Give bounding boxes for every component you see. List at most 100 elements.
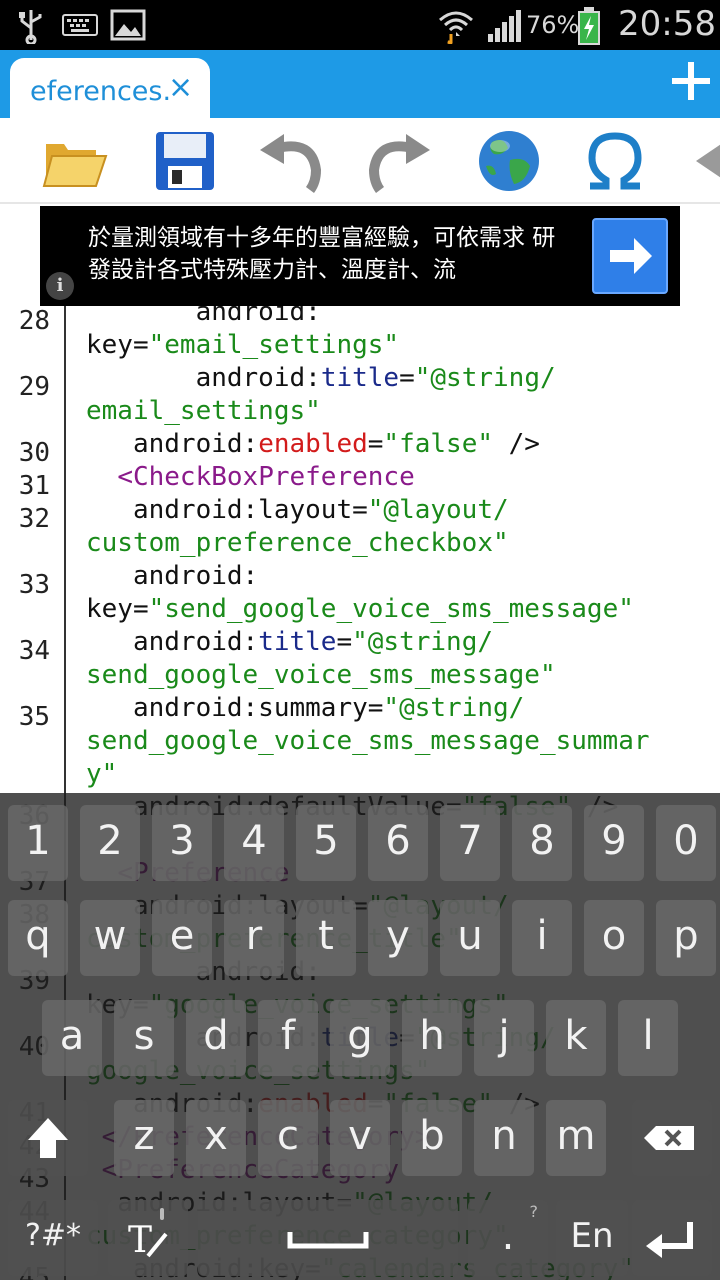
line-number: 29 — [18, 372, 50, 402]
key-label: b — [419, 1113, 445, 1159]
key-o[interactable]: o — [584, 900, 644, 976]
key-0[interactable]: 0 — [656, 805, 716, 881]
line-number: 32 — [18, 504, 50, 534]
battery-percent: 76% — [526, 11, 580, 39]
code-token: title — [320, 363, 400, 393]
space-key[interactable] — [198, 1200, 458, 1276]
language-key[interactable]: En — [556, 1200, 628, 1276]
code-line: key="send_google_voice_sms_message" — [86, 593, 634, 626]
key-s[interactable]: s — [114, 1000, 174, 1076]
close-tab-icon[interactable]: × — [168, 70, 193, 105]
key-label: n — [491, 1113, 517, 1159]
redo-icon[interactable] — [364, 126, 434, 196]
key-label: q — [25, 913, 51, 959]
key-label: v — [348, 1113, 372, 1159]
key-label: i — [536, 913, 548, 959]
key-m[interactable]: m — [546, 1100, 606, 1176]
key-k[interactable]: k — [546, 1000, 606, 1076]
shift-icon — [28, 1118, 68, 1158]
key-label: k — [564, 1013, 588, 1059]
text-input-key[interactable]: T — [108, 1200, 188, 1276]
key-label: c — [277, 1113, 299, 1159]
ad-info-icon[interactable]: i — [46, 272, 74, 300]
key-i[interactable]: i — [512, 900, 572, 976]
key-5[interactable]: 5 — [296, 805, 356, 881]
period-key[interactable]: .? — [468, 1200, 548, 1276]
key-z[interactable]: z — [114, 1100, 174, 1176]
key-label: t — [318, 913, 334, 959]
key-y[interactable]: y — [368, 900, 428, 976]
key-l[interactable]: l — [618, 1000, 678, 1076]
key-8[interactable]: 8 — [512, 805, 572, 881]
key-label: h — [419, 1013, 445, 1059]
code-token: /> — [493, 429, 540, 459]
code-token: android:summary= — [86, 693, 384, 723]
code-token: <CheckBoxPreference — [117, 462, 415, 492]
key-label: z — [133, 1113, 155, 1159]
symbols-key[interactable]: ?#* — [8, 1200, 98, 1276]
key-e[interactable]: e — [152, 900, 212, 976]
code-line: android:enabled="false" /> — [86, 428, 540, 461]
key-n[interactable]: n — [474, 1100, 534, 1176]
key-label: En — [570, 1216, 614, 1256]
key-a[interactable]: a — [42, 1000, 102, 1076]
line-number: 31 — [18, 471, 50, 501]
key-v[interactable]: v — [330, 1100, 390, 1176]
key-p[interactable]: p — [656, 900, 716, 976]
ad-arrow-button[interactable] — [592, 218, 668, 294]
key-label: s — [133, 1013, 155, 1059]
code-token: custom_preference_checkbox" — [86, 528, 509, 558]
globe-icon[interactable] — [474, 126, 544, 196]
key-w[interactable]: w — [80, 900, 140, 976]
key-g[interactable]: g — [330, 1000, 390, 1076]
line-number: 35 — [18, 702, 50, 732]
open-folder-icon[interactable] — [40, 126, 110, 196]
key-2[interactable]: 2 — [80, 805, 140, 881]
key-t[interactable]: t — [296, 900, 356, 976]
key-9[interactable]: 9 — [584, 805, 644, 881]
key-d[interactable]: d — [186, 1000, 246, 1076]
enter-key[interactable] — [632, 1200, 712, 1276]
shift-key[interactable] — [8, 1100, 88, 1176]
key-h[interactable]: h — [402, 1000, 462, 1076]
omega-icon[interactable] — [580, 126, 650, 196]
ad-banner[interactable]: 於量測領域有十多年的豐富經驗，可依需求 研發設計各式特殊壓力計、溫度計、流 i — [40, 206, 680, 306]
code-token: android: — [86, 363, 321, 393]
wifi-icon — [439, 11, 473, 44]
key-b[interactable]: b — [402, 1100, 462, 1176]
arrow-left-icon[interactable] — [690, 126, 720, 196]
keyboard-icon — [62, 14, 98, 36]
key-j[interactable]: j — [474, 1000, 534, 1076]
key-3[interactable]: 3 — [152, 805, 212, 881]
key-1[interactable]: 1 — [8, 805, 68, 881]
signal-icon — [488, 10, 521, 42]
key-f[interactable]: f — [258, 1000, 318, 1076]
key-label: x — [204, 1113, 228, 1159]
key-label: p — [673, 913, 699, 959]
key-7[interactable]: 7 — [440, 805, 500, 881]
add-tab-icon[interactable] — [668, 58, 714, 104]
code-line: key="email_settings" — [86, 329, 399, 362]
code-token: = — [336, 627, 353, 657]
soft-keyboard: 1 2 3 4 5 6 7 8 9 0 q w e r t y u i o p a s d f g h j k l z x c v b n m ?#* T… — [0, 793, 720, 1280]
code-token: android: — [86, 429, 259, 459]
undo-icon[interactable] — [256, 126, 326, 196]
key-r[interactable]: r — [224, 900, 284, 976]
key-label: 0 — [673, 818, 699, 864]
code-line: android: — [86, 306, 321, 329]
code-token: "@string/ — [414, 363, 556, 393]
code-line: send_google_voice_sms_message_summar — [86, 725, 650, 758]
key-6[interactable]: 6 — [368, 805, 428, 881]
key-label: 1 — [25, 818, 51, 864]
key-4[interactable]: 4 — [224, 805, 284, 881]
backspace-key[interactable] — [632, 1100, 712, 1176]
save-disk-icon[interactable] — [150, 126, 220, 196]
code-line: android:summary="@string/ — [86, 692, 524, 725]
key-q[interactable]: q — [8, 900, 68, 976]
key-u[interactable]: u — [440, 900, 500, 976]
key-c[interactable]: c — [258, 1100, 318, 1176]
tab-active-file[interactable]: eferences.xml × — [10, 58, 210, 120]
key-label: j — [498, 1013, 510, 1059]
tab-title: eferences.xml — [30, 76, 170, 107]
key-x[interactable]: x — [186, 1100, 246, 1176]
